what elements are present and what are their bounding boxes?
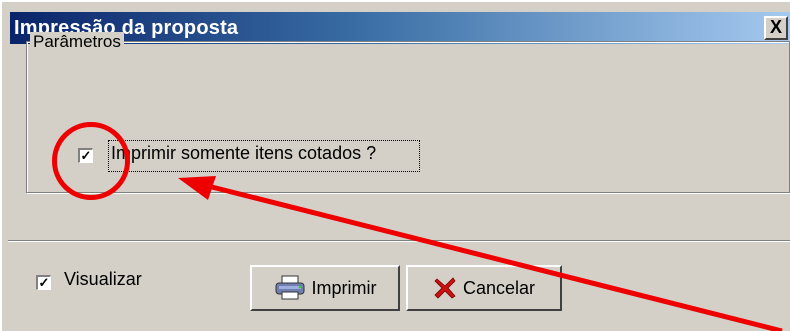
annotation-arrow (178, 176, 783, 331)
